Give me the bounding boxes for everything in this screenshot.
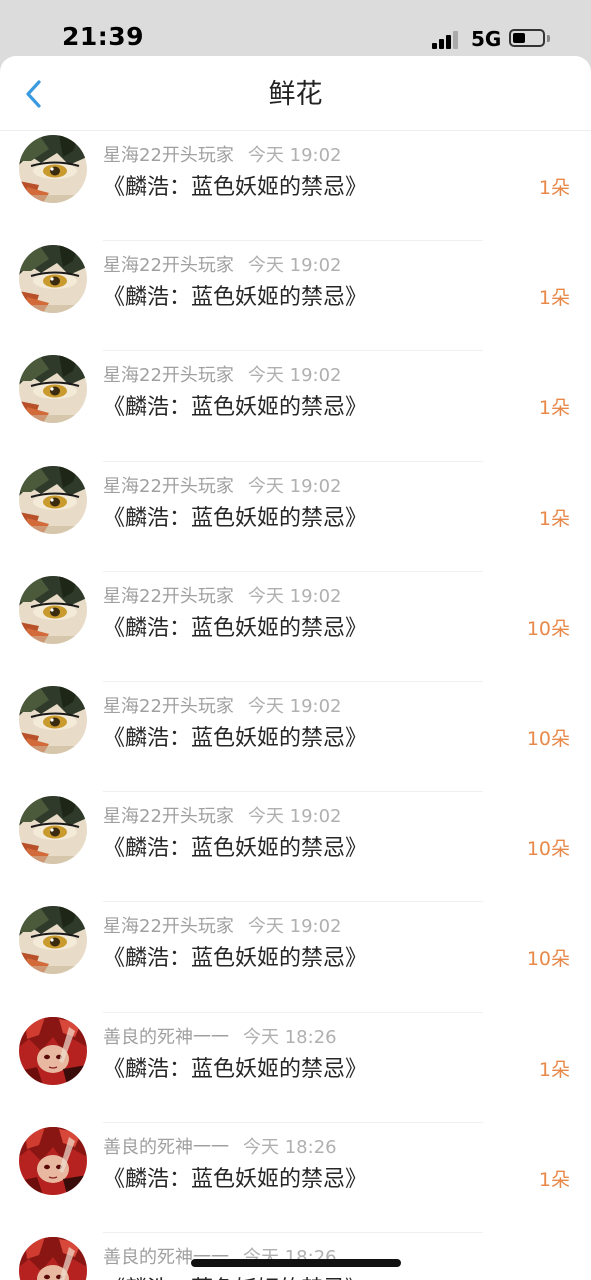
battery-cap: [547, 35, 550, 42]
avatar[interactable]: [19, 1236, 87, 1280]
signal-strength-icon: [432, 29, 464, 49]
timestamp: 今天 19:02: [247, 475, 342, 497]
flower-count: 10朵: [526, 617, 570, 640]
item-meta: 善良的死神一一 今天 18:26: [103, 1133, 337, 1159]
flower-count: 10朵: [526, 727, 570, 750]
flower-count: 10朵: [526, 838, 570, 861]
flower-count: 1朵: [538, 397, 570, 420]
book-title: 《麟浩：蓝色妖姬的禁忌》: [103, 395, 368, 421]
book-title: 《麟浩：蓝色妖姬的禁忌》: [103, 285, 368, 311]
list-item[interactable]: 星海22开头玩家 今天 19:02 《麟浩：蓝色妖姬的禁忌》 1朵: [0, 462, 591, 572]
status-bar: 21:39 5G: [0, 0, 591, 56]
timestamp: 今天 19:02: [247, 806, 342, 828]
avatar[interactable]: [19, 135, 87, 203]
item-meta: 星海22开头玩家 今天 19:02: [103, 582, 342, 608]
username[interactable]: 星海22开头玩家: [103, 255, 234, 276]
timestamp: 今天 18:26: [243, 1136, 337, 1158]
flower-count: 1朵: [538, 1058, 570, 1081]
username[interactable]: 星海22开头玩家: [103, 365, 234, 386]
item-meta: 星海22开头玩家 今天 19:02: [103, 251, 342, 277]
timestamp: 今天 18:26: [243, 1026, 337, 1048]
book-title: 《麟浩：蓝色妖姬的禁忌》: [103, 175, 368, 200]
username[interactable]: 星海22开头玩家: [103, 145, 234, 166]
list-item[interactable]: 星海22开头玩家 今天 19:02 《麟浩：蓝色妖姬的禁忌》 1朵: [0, 241, 591, 352]
flower-count: 1朵: [538, 287, 570, 310]
avatar[interactable]: [19, 1126, 87, 1195]
list-item[interactable]: 星海22开头玩家 今天 19:02 《麟浩：蓝色妖姬的禁忌》 10朵: [0, 902, 591, 1013]
flower-count: 1朵: [538, 177, 570, 199]
timestamp: 今天 19:02: [247, 145, 342, 166]
list-item[interactable]: 星海22开头玩家 今天 19:02 《麟浩：蓝色妖姬的禁忌》 10朵: [0, 792, 591, 903]
list-item[interactable]: 星海22开头玩家 今天 19:02 《麟浩：蓝色妖姬的禁忌》 1朵: [0, 131, 591, 242]
item-meta: 星海22开头玩家 今天 19:02: [103, 802, 342, 828]
username[interactable]: 星海22开头玩家: [103, 916, 234, 937]
list-item[interactable]: 善良的死神一一今天 18:26 《麟浩：蓝色妖姬的禁忌》 1朵: [0, 1013, 591, 1123]
flower-count: 1朵: [538, 1168, 570, 1191]
avatar[interactable]: [19, 685, 87, 754]
item-meta: 星海22开头玩家 今天 19:02: [103, 912, 342, 938]
battery-icon: [509, 29, 545, 47]
timestamp: 今天 19:02: [247, 255, 342, 277]
back-button[interactable]: [14, 74, 54, 114]
flower-gift-list: 星海22开头玩家 今天 19:02 《麟浩：蓝色妖姬的禁忌》 1朵 星海22开头玩家今…: [0, 131, 591, 1280]
flower-count: 1朵: [539, 1275, 570, 1280]
network-type: 5G: [471, 27, 502, 51]
status-time: 21:39: [62, 22, 145, 51]
timestamp: 今天 19:02: [247, 695, 342, 717]
page-title: 鲜花: [268, 79, 323, 110]
home-indicator: [191, 1259, 401, 1267]
username[interactable]: 星海22开头玩家: [103, 586, 234, 607]
timestamp: 今天 19:02: [247, 585, 342, 607]
book-title: 《麟浩：蓝色妖姬的禁忌》: [103, 725, 368, 751]
book-title: 《麟浩：蓝色妖姬的禁忌》: [103, 946, 368, 972]
item-meta: 星海22开头玩家 今天 19:02: [103, 141, 342, 167]
book-title: 《麟浩：蓝色妖姬的禁忌》: [103, 836, 368, 862]
username[interactable]: 星海22开头玩家: [103, 806, 234, 827]
book-title: 《麟浩：蓝色妖姬的禁忌》: [103, 1271, 367, 1280]
navigation-bar: 鲜花: [0, 56, 591, 131]
username[interactable]: 善良的死神一一: [103, 1137, 229, 1158]
list-item[interactable]: 星海22开头玩家 今天 19:02 《麟浩：蓝色妖姬的禁忌》 10朵: [0, 572, 591, 682]
avatar[interactable]: [19, 575, 87, 644]
list-item[interactable]: 善良的死神一一今天 18:26《麟浩：蓝色妖姬的禁忌》1朵: [0, 1233, 591, 1280]
flower-count: 10朵: [526, 948, 570, 971]
username[interactable]: 星海22开头玩家: [103, 696, 234, 717]
book-title: 《麟浩：蓝色妖姬的禁忌》: [103, 1056, 368, 1082]
list-item[interactable]: 星海22开头玩家 今天 19:02 《麟浩：蓝色妖姬的禁忌》 1朵: [0, 351, 591, 462]
item-meta: 星海22开头玩家 今天 19:02: [103, 692, 342, 718]
timestamp: 今天 19:02: [247, 365, 342, 387]
chevron-left-icon: [26, 80, 41, 108]
timestamp: 今天 19:02: [247, 916, 342, 938]
book-title: 《麟浩：蓝色妖姬的禁忌》: [103, 1166, 368, 1192]
item-meta: 星海22开头玩家 今天 19:02: [103, 472, 342, 498]
avatar[interactable]: [19, 796, 87, 865]
book-title: 《麟浩：蓝色妖姬的禁忌》: [103, 505, 368, 531]
item-meta: 星海22开头玩家 今天 19:02: [103, 361, 342, 387]
item-meta: 善良的死神一一 今天 18:26: [103, 1023, 337, 1049]
avatar[interactable]: [19, 465, 87, 534]
avatar[interactable]: [19, 906, 87, 975]
flower-count: 1朵: [538, 507, 570, 530]
avatar[interactable]: [19, 355, 87, 424]
avatar[interactable]: [19, 245, 87, 314]
avatar[interactable]: [19, 1016, 87, 1085]
username[interactable]: 善良的死神一一: [103, 1027, 229, 1048]
book-title: 《麟浩：蓝色妖姬的禁忌》: [103, 615, 368, 641]
list-item[interactable]: 善良的死神一一今天 18:26 《麟浩：蓝色妖姬的禁忌》 1朵: [0, 1123, 591, 1233]
username[interactable]: 星海22开头玩家: [103, 476, 234, 497]
list-item[interactable]: 星海22开头玩家 今天 19:02 《麟浩：蓝色妖姬的禁忌》 10朵: [0, 682, 591, 793]
